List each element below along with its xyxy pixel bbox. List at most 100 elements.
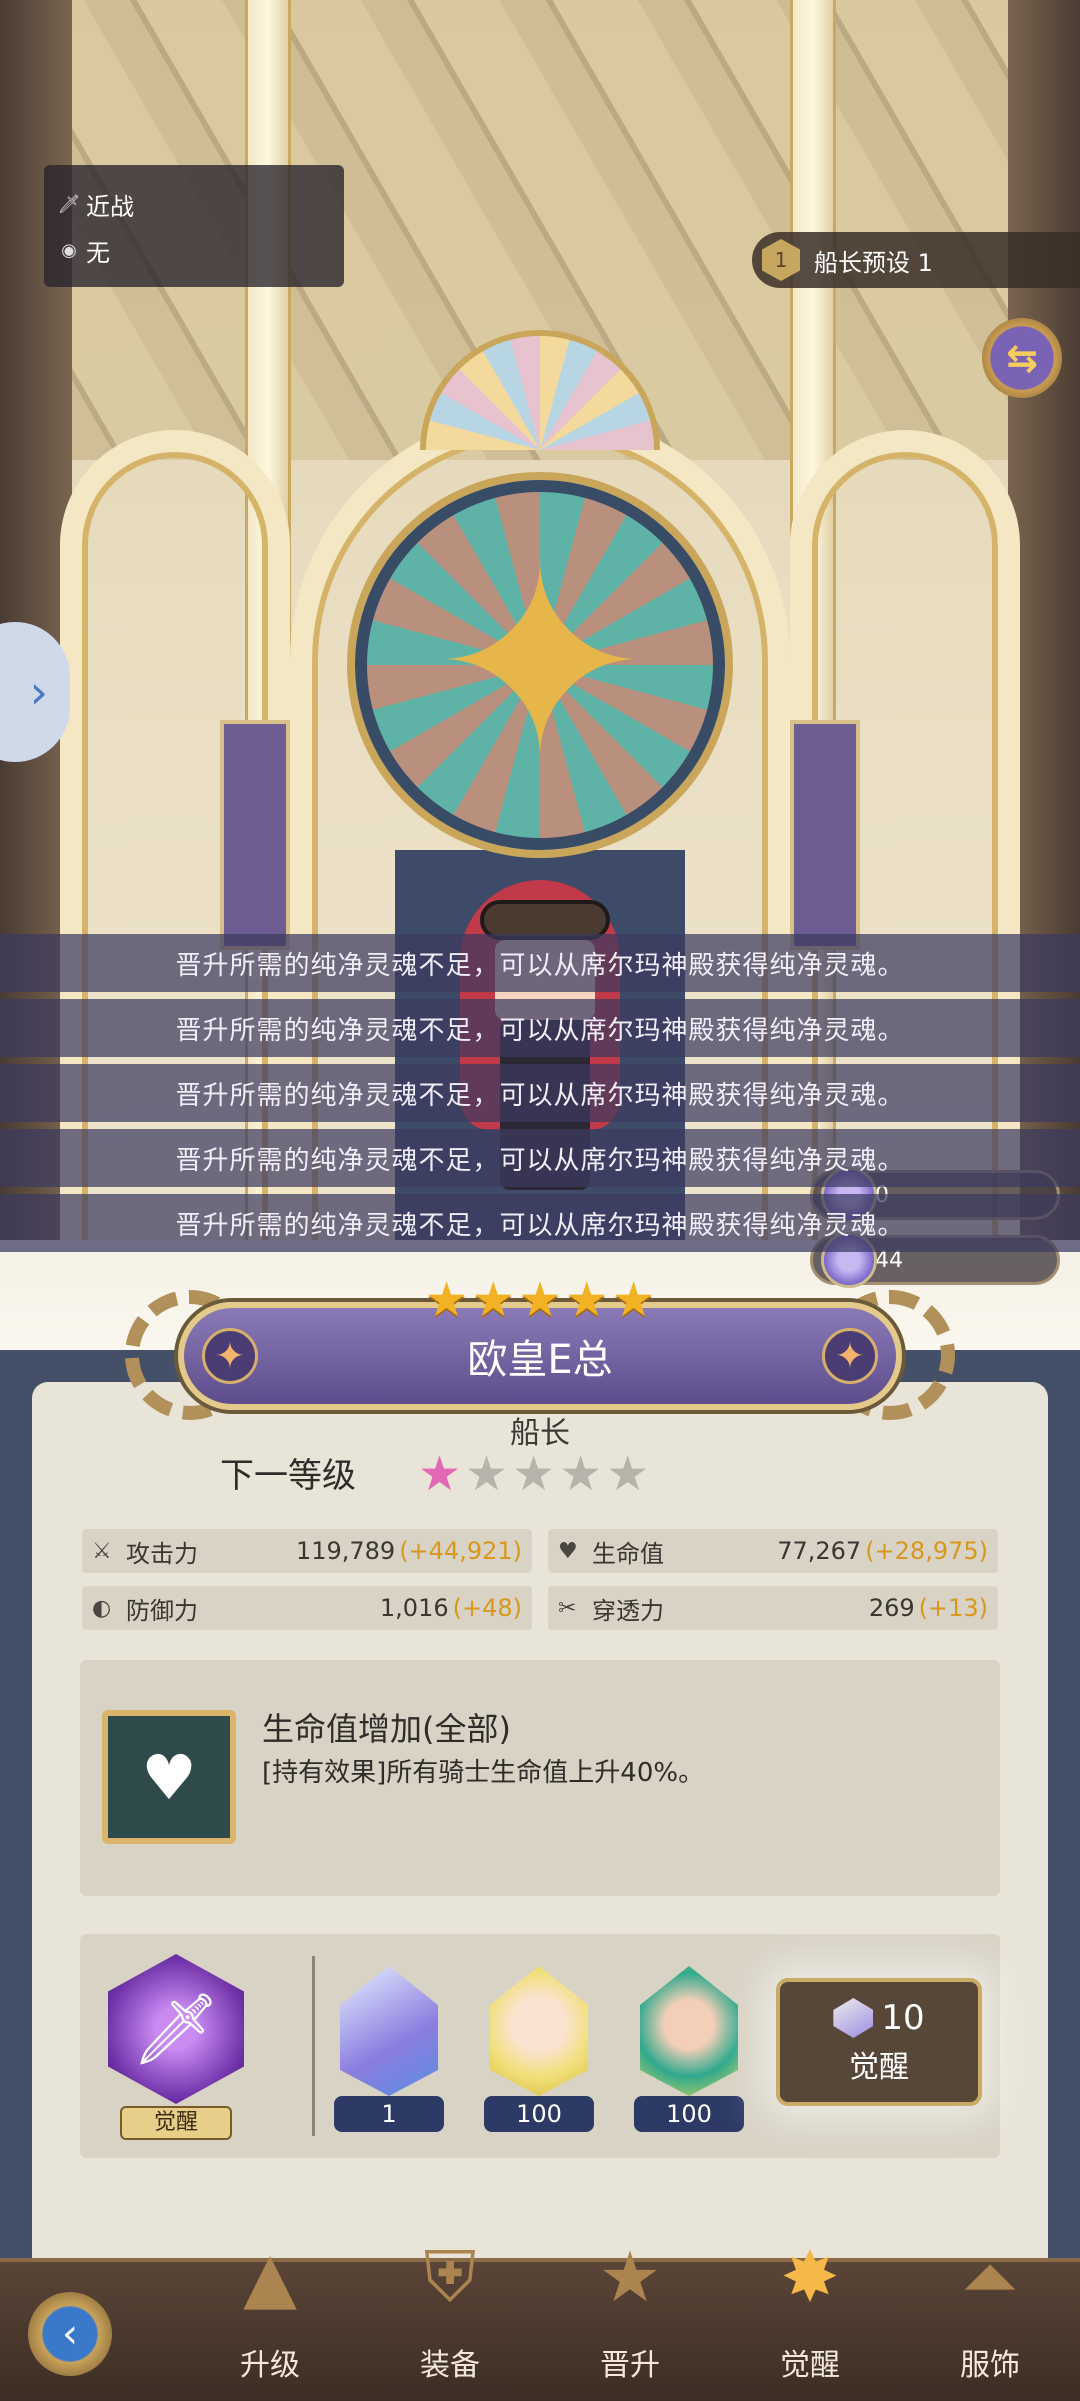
- awaken-section: 🗡 觉醒 1 100 100 10 觉醒: [80, 1934, 1000, 2158]
- awaken-material[interactable]: 100: [484, 1966, 594, 2132]
- nav-label: 觉醒: [780, 2348, 840, 2383]
- stat-attack: ⚔ 攻击力 119,789 (+44,921): [82, 1529, 532, 1573]
- stat-bonus: (+28,975): [865, 1537, 988, 1565]
- heart-buff-icon: ♥: [102, 1710, 236, 1844]
- next-level-stars: ★ ★ ★ ★ ★: [418, 1448, 649, 1500]
- star-icon: ★: [559, 1446, 603, 1502]
- hero-info-box: 🗡 近战 ◉ 无: [44, 165, 344, 287]
- stat-defense: ◐ 防御力 1,016 (+48): [82, 1586, 532, 1630]
- nav-promotion[interactable]: ★ 晋升: [565, 2222, 695, 2392]
- star-icon: ★: [471, 1272, 515, 1328]
- equipment-shield-icon: ⛨: [423, 2235, 477, 2318]
- next-level-label: 下一等级: [220, 1456, 356, 1496]
- stat-bonus: (+48): [452, 1594, 522, 1622]
- element-icon: ◉: [61, 239, 77, 261]
- stat-value: 269: [868, 1594, 915, 1622]
- compass-star-icon: ✦: [202, 1328, 258, 1384]
- star-icon: ★: [425, 1272, 469, 1328]
- star-icon: ★: [465, 1446, 509, 1502]
- effect-title: 生命值增加(全部): [262, 1710, 511, 1748]
- toast-message: 晋升所需的纯净灵魂不足，可以从席尔玛神殿获得纯净灵魂。: [0, 1129, 1080, 1187]
- attribute-row: ◉ 无: [58, 227, 330, 273]
- attribute-text: 无: [86, 238, 110, 267]
- toast-message: 晋升所需的纯净灵魂不足，可以从席尔玛神殿获得纯净灵魂。: [0, 934, 1080, 992]
- stat-value: 119,789: [295, 1537, 396, 1565]
- sword-icon: ⚔: [92, 1538, 112, 1564]
- blonde-hero-portrait-icon: [490, 1966, 588, 2096]
- back-button[interactable]: ‹: [28, 2292, 112, 2376]
- hero-name: 欧皇E总: [467, 1337, 613, 1383]
- awaken-badge-label: 觉醒: [120, 2106, 232, 2140]
- toast-messages: 晋升所需的纯净灵魂不足，可以从席尔玛神殿获得纯净灵魂。 晋升所需的纯净灵魂不足，…: [0, 934, 1080, 1259]
- attack-type-row: 🗡 近战: [58, 181, 330, 227]
- compass-star-icon: ✦: [822, 1328, 878, 1384]
- hold-effect-box: ♥ 生命值增加(全部) [持有效果]所有骑士生命值上升40%。: [80, 1660, 1000, 1896]
- stat-label: 穿透力: [592, 1596, 664, 1625]
- star-icon: ★: [611, 1272, 655, 1328]
- wall-banner: [220, 720, 290, 950]
- awaken-material[interactable]: 1: [334, 1966, 444, 2132]
- promotion-star-icon: ★: [598, 2236, 662, 2318]
- awaken-cost-value: 10: [881, 1998, 925, 2038]
- awaken-cost: 10: [833, 1998, 925, 2038]
- stat-value: 77,267: [777, 1537, 862, 1565]
- divider: [312, 1956, 315, 2136]
- star-icon: ★: [418, 1446, 462, 1502]
- material-count: 1: [334, 2096, 444, 2132]
- crystal-gem-icon: [833, 1998, 874, 2038]
- nav-label: 装备: [420, 2348, 480, 2383]
- toast-message: 晋升所需的纯净灵魂不足，可以从席尔玛神殿获得纯净灵魂。: [0, 999, 1080, 1057]
- character-scene: ✦ 🗡 近战 ◉ 无 1 船长预设 1 ⇆ › 0 44 晋升所需: [0, 0, 1080, 1360]
- toast-message: 晋升所需的纯净灵魂不足，可以从席尔玛神殿获得纯净灵魂。: [0, 1064, 1080, 1122]
- star-icon: ★: [518, 1272, 562, 1328]
- nav-upgrade[interactable]: ▲ 升级: [205, 2222, 335, 2392]
- green-hair-hero-portrait-icon: [640, 1966, 738, 2096]
- star-icon: ★: [512, 1446, 556, 1502]
- star-icon: ★: [565, 1272, 609, 1328]
- swap-arrows-icon: ⇆: [1006, 336, 1038, 380]
- effect-description: [持有效果]所有骑士生命值上升40%。: [262, 1758, 705, 1788]
- bottom-nav: ‹ ▲ 升级 ⛨ 装备 ★ 晋升 ✸ 觉醒 ⏶ 服饰: [0, 2236, 1080, 2401]
- material-count: 100: [634, 2096, 744, 2132]
- upgrade-icon: ▲: [243, 2236, 297, 2318]
- crystal-material-icon: [340, 1966, 438, 2096]
- awaken-button-label: 觉醒: [849, 2050, 909, 2085]
- hero-star-rating: ★ ★ ★ ★ ★: [425, 1275, 655, 1325]
- chevron-right-icon: ›: [29, 665, 48, 719]
- heart-icon: ♥: [558, 1538, 578, 1564]
- chevron-left-icon: ‹: [62, 2311, 78, 2357]
- stat-bonus: (+44,921): [399, 1537, 522, 1565]
- preset-label: 船长预设 1: [814, 248, 933, 277]
- nav-label: 服饰: [960, 2348, 1020, 2383]
- stat-hp: ♥ 生命值 77,267 (+28,975): [548, 1529, 998, 1573]
- awaken-material[interactable]: 100: [634, 1966, 744, 2132]
- awaken-sword-icon: 🗡: [108, 1954, 244, 2104]
- stat-label: 生命值: [592, 1539, 664, 1568]
- stat-value: 1,016: [379, 1594, 449, 1622]
- compass-rose-window: ✦: [355, 480, 725, 850]
- shield-icon: ◐: [92, 1595, 112, 1621]
- sword-icon: 🗡: [57, 193, 81, 215]
- awaken-star-icon: ✸: [780, 2236, 840, 2318]
- nav-costume[interactable]: ⏶ 服饰: [925, 2222, 1055, 2392]
- material-count: 100: [484, 2096, 594, 2132]
- costume-hanger-icon: ⏶: [962, 2235, 1018, 2318]
- stat-label: 攻击力: [126, 1539, 198, 1568]
- penetration-icon: ✂: [558, 1595, 577, 1621]
- awaken-button[interactable]: 10 觉醒: [776, 1978, 982, 2106]
- stat-label: 防御力: [126, 1596, 198, 1625]
- captain-preset-selector[interactable]: 1 船长预设 1: [752, 232, 1080, 288]
- stat-penetration: ✂ 穿透力 269 (+13): [548, 1586, 998, 1630]
- compass-star-icon: ✦: [431, 514, 649, 816]
- stat-bonus: (+13): [918, 1594, 988, 1622]
- nav-awaken[interactable]: ✸ 觉醒: [745, 2222, 875, 2392]
- nav-label: 晋升: [600, 2348, 660, 2383]
- toast-message: 晋升所需的纯净灵魂不足，可以从席尔玛神殿获得纯净灵魂。: [0, 1194, 1080, 1252]
- swap-button[interactable]: ⇆: [982, 318, 1062, 398]
- preset-number-badge: 1: [762, 239, 800, 281]
- attack-type-text: 近战: [86, 192, 134, 221]
- nav-equipment[interactable]: ⛨ 装备: [385, 2222, 515, 2392]
- star-icon: ★: [606, 1446, 650, 1502]
- nav-label: 升级: [240, 2348, 300, 2383]
- wall-banner: [790, 720, 860, 950]
